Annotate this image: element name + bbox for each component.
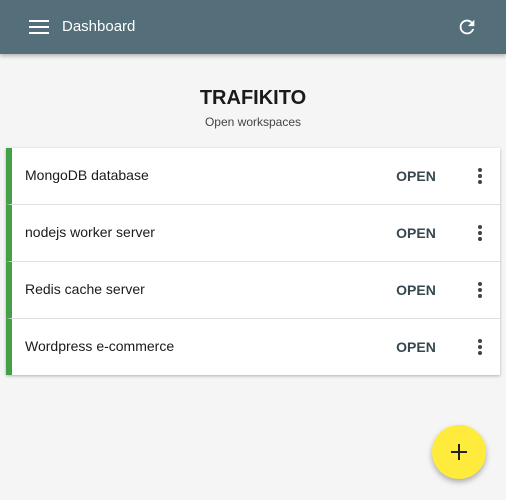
workspace-name: MongoDB database (25, 167, 149, 183)
more-vertical-icon[interactable] (470, 166, 490, 186)
workspace-list: MongoDB database OPEN nodejs worker serv… (6, 148, 500, 375)
page-title: TRAFIKITO (199, 87, 307, 109)
app-bar: Dashboard (0, 0, 506, 54)
workspace-row-nodejs[interactable]: nodejs worker server OPEN (6, 205, 500, 262)
more-vertical-icon[interactable] (470, 337, 490, 357)
open-button[interactable]: OPEN (386, 219, 446, 247)
page-subtitle: Open workspaces (204, 115, 302, 129)
more-vertical-icon[interactable] (470, 280, 490, 300)
add-workspace-button[interactable] (432, 425, 486, 479)
workspace-row-redis[interactable]: Redis cache server OPEN (6, 262, 500, 319)
page-header: TRAFIKITO Open workspaces (0, 86, 506, 129)
workspace-name: nodejs worker server (25, 224, 155, 240)
workspace-row-mongodb[interactable]: MongoDB database OPEN (6, 148, 500, 205)
hamburger-menu-icon[interactable] (29, 19, 49, 35)
workspace-row-wordpress[interactable]: Wordpress e-commerce OPEN (6, 319, 500, 375)
app-title: Dashboard (62, 18, 136, 35)
more-vertical-icon[interactable] (470, 223, 490, 243)
workspace-name: Redis cache server (25, 281, 145, 297)
open-button[interactable]: OPEN (386, 276, 446, 304)
refresh-icon[interactable] (456, 16, 478, 38)
plus-icon (451, 444, 467, 460)
open-button[interactable]: OPEN (386, 333, 446, 361)
open-button[interactable]: OPEN (386, 162, 446, 190)
workspace-name: Wordpress e-commerce (25, 338, 175, 354)
